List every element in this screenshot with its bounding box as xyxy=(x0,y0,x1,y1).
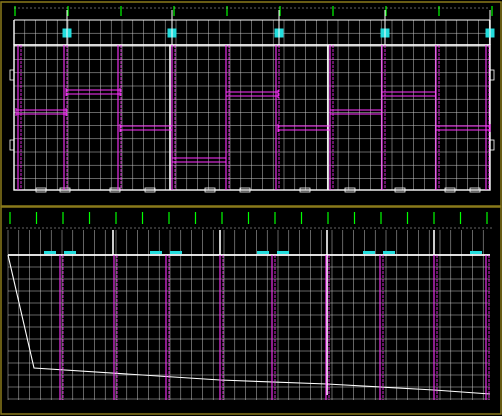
canvas-background xyxy=(0,0,502,416)
elev-highlight-marker xyxy=(257,251,269,254)
elev-highlight-marker xyxy=(470,251,482,254)
elev-highlight-marker xyxy=(150,251,162,254)
elev-highlight-marker xyxy=(383,251,395,254)
elev-highlight-marker xyxy=(64,251,76,254)
cad-drawing-canvas xyxy=(0,0,502,416)
elev-highlight-marker xyxy=(44,251,56,254)
elev-highlight-marker xyxy=(277,251,289,254)
elev-highlight-marker xyxy=(170,251,182,254)
elev-highlight-marker xyxy=(363,251,375,254)
